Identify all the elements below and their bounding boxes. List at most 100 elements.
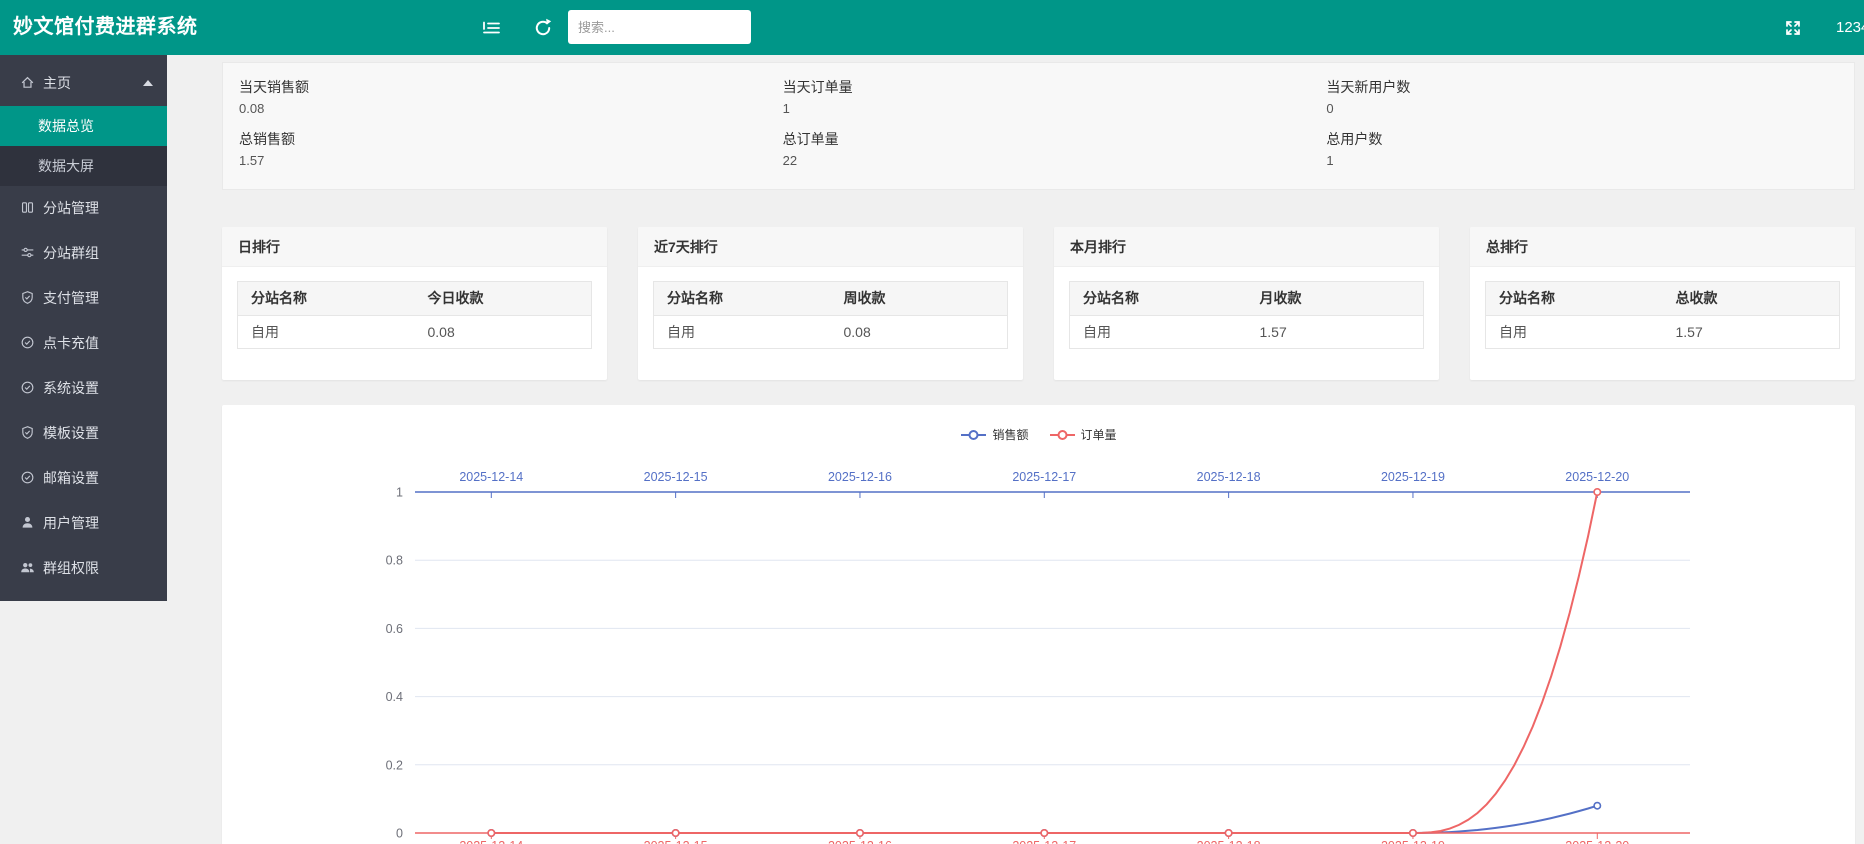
- stat-value: 22: [783, 153, 1311, 168]
- stat-total-users: 总用户数1: [1310, 121, 1854, 173]
- table-cell: 0.08: [415, 316, 592, 348]
- table-cell: 自用: [654, 316, 831, 348]
- svg-text:2025-12-17: 2025-12-17: [1012, 470, 1076, 484]
- stat-label: 当天订单量: [783, 77, 1311, 97]
- shield-check-icon: [20, 425, 35, 440]
- column-header: 总收款: [1663, 282, 1840, 315]
- sidebar-item-label: 分站管理: [43, 200, 99, 216]
- sidebar-item-label: 点卡充值: [43, 335, 99, 351]
- stat-label: 总订单量: [783, 129, 1311, 149]
- stat-label: 总用户数: [1326, 129, 1854, 149]
- shield-check-icon: [20, 290, 35, 305]
- svg-text:0.6: 0.6: [386, 622, 403, 636]
- sidebar-item-label: 系统设置: [43, 380, 99, 396]
- user-icon: [20, 515, 35, 530]
- column-header: 今日收款: [415, 282, 592, 315]
- table-cell: 1.57: [1663, 316, 1840, 348]
- svg-text:2025-12-17: 2025-12-17: [1012, 839, 1076, 844]
- chevron-up-icon: [143, 80, 153, 86]
- sidebar-item-user-management[interactable]: 用户管理: [0, 501, 167, 546]
- users-icon: [20, 560, 35, 575]
- legend-item-orders[interactable]: 订单量: [1049, 426, 1117, 443]
- username[interactable]: 12345: [1836, 0, 1864, 55]
- sidebar-item-label: 主页: [43, 75, 71, 91]
- stat-value: 1: [783, 101, 1311, 116]
- sidebar-item-home[interactable]: 主页: [0, 61, 167, 106]
- svg-text:0.2: 0.2: [386, 758, 403, 772]
- stat-value: 0: [1326, 101, 1854, 116]
- table-cell: 自用: [1070, 316, 1247, 348]
- chart-legend: 销售额 订单量: [222, 426, 1855, 446]
- ranking-table: 分站名称周收款自用0.08: [653, 281, 1008, 349]
- svg-text:2025-12-14: 2025-12-14: [459, 839, 523, 844]
- stat-label: 总销售额: [239, 129, 767, 149]
- table-row: 自用1.57: [1070, 315, 1423, 348]
- refresh-icon[interactable]: [532, 17, 554, 39]
- sidebar-subitem-data-overview[interactable]: 数据总览: [0, 106, 167, 146]
- stat-today-new-users: 当天新用户数 0: [1310, 69, 1854, 121]
- ranking-table: 分站名称总收款自用1.57: [1485, 281, 1840, 349]
- column-header: 分站名称: [1486, 282, 1663, 315]
- table-row: 自用0.08: [238, 315, 591, 348]
- stat-label: 当天销售额: [239, 77, 767, 97]
- sliders-icon: [20, 245, 35, 260]
- svg-text:0.4: 0.4: [386, 690, 403, 704]
- table-cell: 1.57: [1247, 316, 1424, 348]
- app-title: 妙文馆付费进群系统: [13, 0, 198, 55]
- svg-text:2025-12-20: 2025-12-20: [1565, 839, 1629, 844]
- dashboard-page: { "app": { "title": "妙文馆付费进群系统", "search…: [0, 0, 1864, 844]
- table-cell: 自用: [1486, 316, 1663, 348]
- table-cell: 0.08: [831, 316, 1008, 348]
- table-header-row: 分站名称周收款: [654, 282, 1007, 315]
- sidebar-item-system-settings[interactable]: 系统设置: [0, 366, 167, 411]
- svg-text:2025-12-16: 2025-12-16: [828, 470, 892, 484]
- sidebar-item-label: 用户管理: [43, 515, 99, 531]
- ranking-card-title: 总排行: [1470, 227, 1855, 267]
- svg-text:2025-12-16: 2025-12-16: [828, 839, 892, 844]
- collapse-menu-icon[interactable]: [480, 17, 502, 39]
- stat-label: 当天新用户数: [1326, 77, 1854, 97]
- sidebar-item-group-permissions[interactable]: 群组权限: [0, 546, 167, 591]
- ranking-card-title: 近7天排行: [638, 227, 1023, 267]
- stat-value: 0.08: [239, 101, 767, 116]
- table-row: 自用0.08: [654, 315, 1007, 348]
- ranking-card-week7: 近7天排行分站名称周收款自用0.08: [638, 227, 1023, 380]
- sidebar-item-site-management[interactable]: 分站管理: [0, 186, 167, 231]
- stat-total-sales: 总销售额1.57: [223, 121, 767, 173]
- sidebar-item-site-groups[interactable]: 分站群组: [0, 231, 167, 276]
- circle-check-icon: [20, 335, 35, 350]
- sales-orders-chart: 00.20.40.60.812025-12-142025-12-152025-1…: [222, 405, 1855, 844]
- legend-item-sales[interactable]: 销售额: [960, 426, 1028, 443]
- sidebar-item-label: 邮箱设置: [43, 470, 99, 486]
- sidebar-subitem-data-screen[interactable]: 数据大屏: [0, 146, 167, 186]
- chart-card: 销售额订单量 00.20.40.60.812025-12-142025-12-1…: [222, 405, 1855, 844]
- stats-panel: 当天销售额0.08当天订单量1当天新用户数0总销售额1.57总订单量22总用户数…: [222, 62, 1855, 190]
- circle-check-icon: [20, 380, 35, 395]
- sidebar-item-template-settings[interactable]: 模板设置: [0, 411, 167, 456]
- sidebar-item-label: 支付管理: [43, 290, 99, 306]
- svg-text:1: 1: [396, 486, 403, 500]
- sidebar-item-payment-management[interactable]: 支付管理: [0, 276, 167, 321]
- ranking-cards: 日排行分站名称今日收款自用0.08近7天排行分站名称周收款自用0.08本月排行分…: [222, 227, 1855, 380]
- stat-today-orders: 当天订单量 1: [767, 69, 1311, 121]
- svg-text:2025-12-20: 2025-12-20: [1565, 470, 1629, 484]
- svg-text:2025-12-19: 2025-12-19: [1381, 470, 1445, 484]
- sidebar-item-label: 分站群组: [43, 245, 99, 261]
- ranking-card-title: 本月排行: [1054, 227, 1439, 267]
- svg-text:2025-12-15: 2025-12-15: [644, 839, 708, 844]
- ranking-card-title: 日排行: [222, 227, 607, 267]
- sidebar-item-card-recharge[interactable]: 点卡充值: [0, 321, 167, 366]
- fullscreen-icon[interactable]: [1782, 17, 1804, 39]
- circle-check-icon: [20, 470, 35, 485]
- sidebar-item-mail-settings[interactable]: 邮箱设置: [0, 456, 167, 501]
- home-icon: [20, 75, 35, 90]
- stat-total-orders: 总订单量 22: [767, 121, 1311, 173]
- top-header: 妙文馆付费进群系统 12345: [0, 0, 1864, 55]
- search-input[interactable]: [568, 10, 751, 44]
- stat-today-sales: 当天销售额 0.08: [223, 69, 767, 121]
- table-row: 自用1.57: [1486, 315, 1839, 348]
- svg-text:2025-12-19: 2025-12-19: [1381, 839, 1445, 844]
- table-cell: 自用: [238, 316, 415, 348]
- column-header: 分站名称: [654, 282, 831, 315]
- sidebar-item-label: 群组权限: [43, 560, 99, 576]
